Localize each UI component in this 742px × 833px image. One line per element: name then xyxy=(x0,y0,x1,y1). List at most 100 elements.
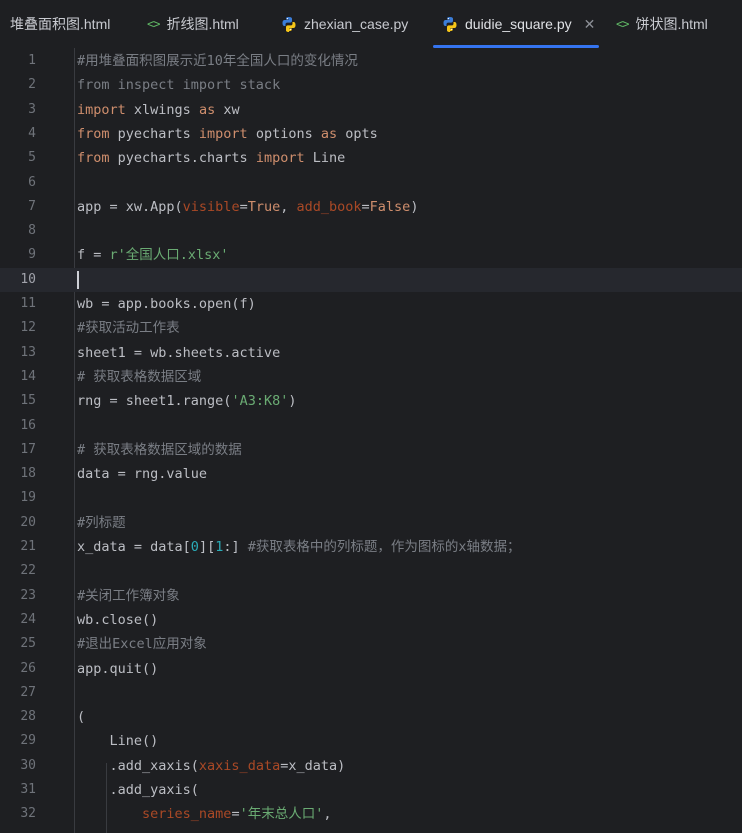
code-line[interactable]: 24 wb.close() xyxy=(0,608,742,632)
code-token: # 获取表格数据区域 xyxy=(77,368,202,385)
code-line[interactable]: 8 xyxy=(0,219,742,243)
code-line[interactable]: 21 x_data = data[0][1:] #获取表格中的列标题，作为图标的x… xyxy=(0,535,742,559)
code-line[interactable]: 1 #用堆叠面积图展示近10年全国人口的变化情况 xyxy=(0,49,742,73)
line-number: 26 xyxy=(20,660,36,676)
code-text: app = xw.App(visible=True, add_book=Fals… xyxy=(77,195,418,219)
code-line[interactable]: 27 xyxy=(0,681,742,705)
code-token: xlwings xyxy=(125,101,199,118)
line-number: 1 xyxy=(28,53,36,68)
code-token: ) xyxy=(410,198,419,215)
code-token: ) xyxy=(288,393,297,410)
code-text: #用堆叠面积图展示近10年全国人口的变化情况 xyxy=(77,49,358,73)
code-line[interactable]: 6 xyxy=(0,171,742,195)
code-line[interactable]: 30 .add_xaxis(xaxis_data=x_data) xyxy=(0,754,742,778)
tab-label: 折线图.html xyxy=(166,16,239,32)
line-number: 12 xyxy=(20,320,36,336)
line-number: 8 xyxy=(28,223,36,239)
code-line[interactable]: 18 data = rng.value xyxy=(0,462,742,486)
line-number: 21 xyxy=(20,539,36,554)
code-line[interactable]: 28 ( xyxy=(0,705,742,729)
code-text: series_name='年末总人口', xyxy=(77,802,331,826)
code-token: #获取活动工作表 xyxy=(77,320,180,337)
line-number: 18 xyxy=(20,466,36,482)
line-number: 32 xyxy=(20,806,36,822)
code-token: xaxis_data xyxy=(198,757,281,774)
code-token: = xyxy=(239,198,248,215)
html-icon: <> xyxy=(616,17,629,31)
python-icon xyxy=(281,16,297,32)
code-token: import xyxy=(77,101,126,118)
code-line[interactable]: 17 # 获取表格数据区域的数据 xyxy=(0,438,742,462)
code-text: # 获取表格数据区域的数据 xyxy=(77,438,242,462)
code-token: =x_data) xyxy=(280,757,346,774)
code-token: sheet1 = wb.sheets.active xyxy=(77,344,281,361)
code-token: from inspect import stack xyxy=(77,77,281,94)
tab-label: 堆叠面积图.html xyxy=(10,16,111,32)
code-token: as xyxy=(320,125,338,142)
line-number: 27 xyxy=(20,684,36,700)
code-text: Line() xyxy=(77,729,159,753)
code-token: #列标题 xyxy=(77,514,126,531)
tab-label: duidie_square.py xyxy=(465,16,572,32)
line-number: 19 xyxy=(20,490,36,506)
code-token: = xyxy=(361,198,370,215)
code-line[interactable]: 16 xyxy=(0,414,742,438)
code-line[interactable]: 12 #获取活动工作表 xyxy=(0,316,742,340)
tab-html[interactable]: <> 饼状图.html xyxy=(603,0,742,48)
tab-zhexian-case-py[interactable]: zhexian_case.py xyxy=(268,0,429,48)
code-line[interactable]: 3 import xlwings as xw xyxy=(0,98,742,122)
line-number: 25 xyxy=(20,636,36,652)
code-line[interactable]: 25 #退出Excel应用对象 xyxy=(0,632,742,656)
code-text: import xlwings as xw xyxy=(77,98,240,122)
code-token: from xyxy=(77,125,110,142)
code-line[interactable]: 14 # 获取表格数据区域 xyxy=(0,365,742,389)
code-text: rng = sheet1.range('A3:K8') xyxy=(77,389,296,413)
code-token: True xyxy=(247,198,281,215)
code-token: #退出Excel应用对象 xyxy=(77,636,207,653)
code-token: as xyxy=(198,101,216,118)
code-line[interactable]: 11 wb = app.books.open(f) xyxy=(0,292,742,316)
line-number: 2 xyxy=(28,77,36,93)
code-token: #获取表格中的列标题，作为图标的x轴数据； xyxy=(247,539,521,555)
code-line[interactable]: 29 Line() xyxy=(0,729,742,753)
code-line[interactable]: 10 xyxy=(0,267,742,292)
code-editor[interactable]: 1 #用堆叠面积图展示近10年全国人口的变化情况 2 from inspect imp… xyxy=(0,48,742,833)
code-token: x_data = data[ xyxy=(77,539,191,555)
code-token: import xyxy=(198,125,248,142)
code-line[interactable]: 5 from pyecharts.charts import Line xyxy=(0,146,742,170)
html-icon: <> xyxy=(147,17,160,31)
tab-html[interactable]: <>堆叠面积图.html xyxy=(0,0,134,48)
code-token: import xyxy=(255,150,305,167)
code-token: add_book xyxy=(296,198,362,215)
code-line[interactable]: 15 rng = sheet1.range('A3:K8') xyxy=(0,389,742,413)
code-token: '年末总人口' xyxy=(239,806,324,823)
code-line[interactable]: 9 f = r'全国人口.xlsx' xyxy=(0,243,742,267)
line-number: 6 xyxy=(28,174,36,190)
line-number: 29 xyxy=(20,733,36,749)
editor-tab-bar: <>堆叠面积图.html<>折线图.htmlzhexian_case.pydui… xyxy=(0,0,742,49)
code-text: #退出Excel应用对象 xyxy=(77,632,207,656)
code-line[interactable]: 32 series_name='年末总人口', xyxy=(0,802,742,826)
tab-duidie-square-py[interactable]: duidie_square.py ✕ xyxy=(429,0,603,48)
code-line[interactable]: 26 app.quit() xyxy=(0,657,742,681)
code-line[interactable]: 31 .add_yaxis( xyxy=(0,778,742,802)
code-line[interactable]: 19 xyxy=(0,486,742,510)
code-line[interactable]: 4 from pyecharts import options as opts xyxy=(0,122,742,146)
close-tab-icon[interactable]: ✕ xyxy=(584,16,596,33)
code-line[interactable]: 2 from inspect import stack xyxy=(0,73,742,97)
code-line[interactable]: 23 #关闭工作簿对象 xyxy=(0,584,742,608)
code-text: ( xyxy=(77,705,85,729)
code-token: rng = sheet1.range( xyxy=(77,393,232,410)
python-icon xyxy=(442,16,458,32)
code-line[interactable]: 13 sheet1 = wb.sheets.active xyxy=(0,341,742,365)
line-number: 4 xyxy=(28,125,36,141)
code-line[interactable]: 22 xyxy=(0,559,742,583)
code-line[interactable]: 20 #列标题 xyxy=(0,511,742,535)
code-text: x_data = data[0][1:] #获取表格中的列标题，作为图标的x轴数… xyxy=(77,535,521,559)
code-token: :] xyxy=(223,539,248,555)
code-token: , xyxy=(280,198,297,215)
tab-html[interactable]: <> 折线图.html xyxy=(134,0,268,48)
code-line[interactable]: 7 app = xw.App(visible=True, add_book=Fal… xyxy=(0,195,742,219)
code-token: visible xyxy=(182,198,240,215)
code-token: .add_yaxis( xyxy=(77,782,199,798)
